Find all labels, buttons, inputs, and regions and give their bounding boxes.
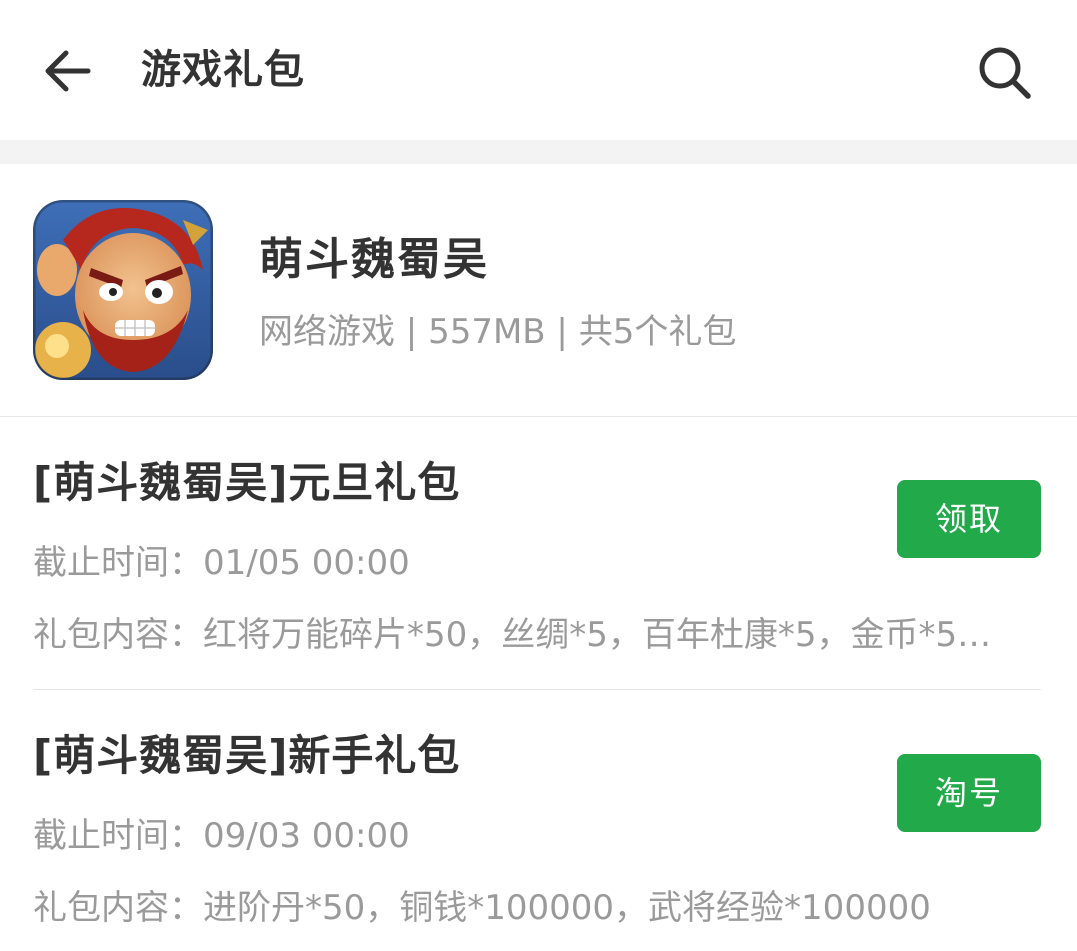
search-button[interactable] [970, 38, 1040, 108]
claim-button[interactable]: 领取 [897, 480, 1041, 558]
arrow-left-icon [45, 50, 91, 92]
gift-list-page: 游戏礼包 萌斗魏蜀吴 网络游戏 | 557MB | 共5个礼包 [萌斗魏蜀吴]元… [0, 0, 1077, 951]
game-name: 萌斗魏蜀吴 [259, 234, 489, 285]
gift-title: [萌斗魏蜀吴]元旦礼包 [33, 458, 461, 507]
gift-deadline: 截止时间：01/05 00:00 [33, 543, 410, 583]
game-meta: 网络游戏 | 557MB | 共5个礼包 [259, 312, 737, 352]
tao-hao-button[interactable]: 淘号 [897, 754, 1041, 832]
gift-item: [萌斗魏蜀吴]新手礼包 截止时间：09/03 00:00 礼包内容：进阶丹*50… [0, 690, 1077, 951]
search-icon [979, 47, 1031, 99]
gift-title: [萌斗魏蜀吴]新手礼包 [33, 731, 461, 780]
game-info-card[interactable]: 萌斗魏蜀吴 网络游戏 | 557MB | 共5个礼包 [0, 164, 1077, 416]
game-app-icon [33, 200, 213, 380]
top-app-bar: 游戏礼包 [0, 0, 1077, 140]
gift-deadline: 截止时间：09/03 00:00 [33, 816, 410, 856]
page-title: 游戏礼包 [141, 47, 305, 93]
back-button[interactable] [34, 38, 100, 104]
gift-content: 礼包内容：红将万能碎片*50，丝绸*5，百年杜康*5，金币*5… [33, 615, 992, 655]
gift-item: [萌斗魏蜀吴]元旦礼包 截止时间：01/05 00:00 礼包内容：红将万能碎片… [0, 417, 1077, 689]
section-spacer [0, 140, 1077, 164]
gift-content: 礼包内容：进阶丹*50，铜钱*100000，武将经验*100000 [33, 888, 931, 928]
